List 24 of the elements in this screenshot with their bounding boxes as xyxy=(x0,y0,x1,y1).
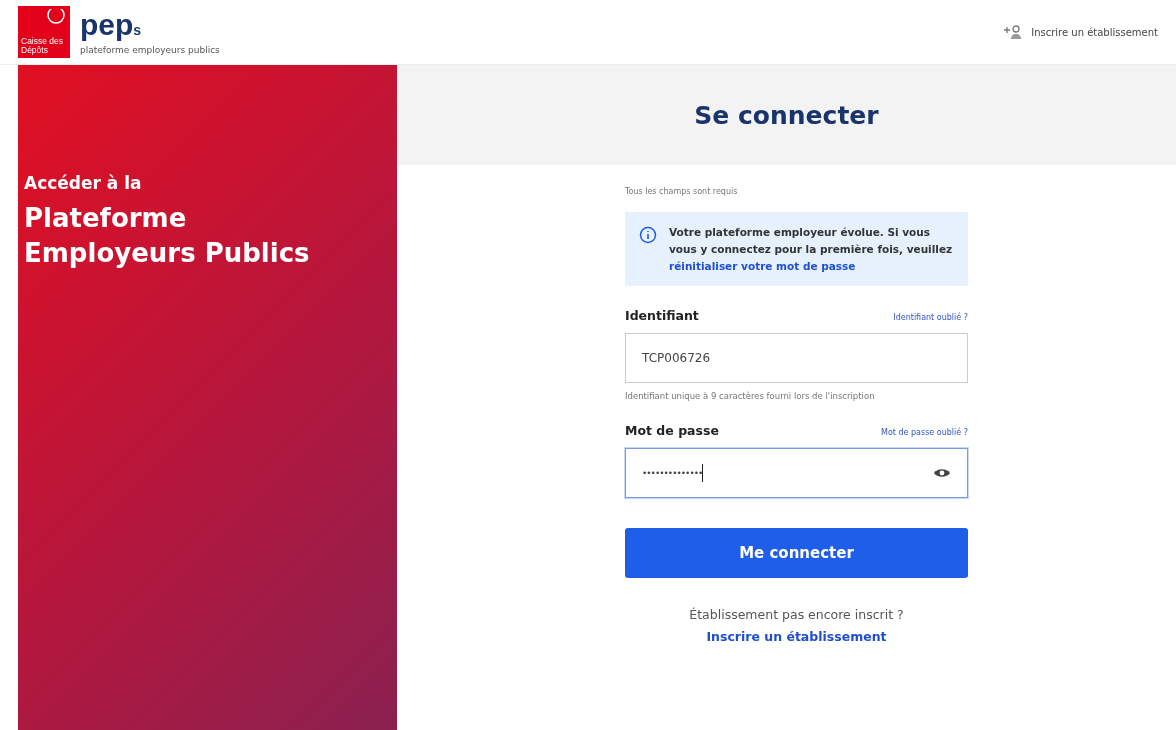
required-note: Tous les champs sont requis xyxy=(625,187,739,196)
brand-logo: peps xyxy=(80,9,143,43)
input-field[interactable]: •••••••••••••• xyxy=(625,448,968,499)
circle-emblem-icon xyxy=(45,9,67,25)
add-user-icon xyxy=(1003,24,1024,40)
logo-caption: Caisse des Dépôts xyxy=(21,37,65,55)
register-link[interactable]: Inscrire un établissement xyxy=(706,628,887,644)
login-button[interactable]: Me connecter xyxy=(625,528,968,579)
reset-password-link[interactable]: réinitialiser votre mot de passe xyxy=(669,259,856,272)
info-icon xyxy=(639,226,657,244)
hero-intro: Accéder à la xyxy=(24,173,143,193)
field-label: Mot de passe xyxy=(625,423,719,439)
forgot-link[interactable]: Mot de passe oublié ? xyxy=(881,428,968,438)
tagline: plateforme employeurs publics xyxy=(80,44,220,55)
register-link[interactable]: Inscrire un établissement xyxy=(1003,24,1158,40)
field-label: Identifiant xyxy=(625,308,699,324)
eye-icon[interactable] xyxy=(933,467,951,480)
forgot-link[interactable]: Identifiant oublié ? xyxy=(893,313,968,323)
field-hint: Identifiant unique à 9 caractères fourni lors de l'inscription xyxy=(625,391,876,402)
notice-text: Votre plateforme employeur évolue. Si vous vous y connectez pour la première fois, veuillez réinitialiser votre mot de passe xyxy=(669,225,954,274)
register-prompt: Établissement pas encore inscrit ? Inscrire un établissement xyxy=(688,606,905,646)
input-field[interactable]: TCP006726 xyxy=(625,333,968,384)
hero-title: Plateforme Employeurs Publics xyxy=(24,202,311,271)
page-title: Se connecter xyxy=(694,100,879,130)
